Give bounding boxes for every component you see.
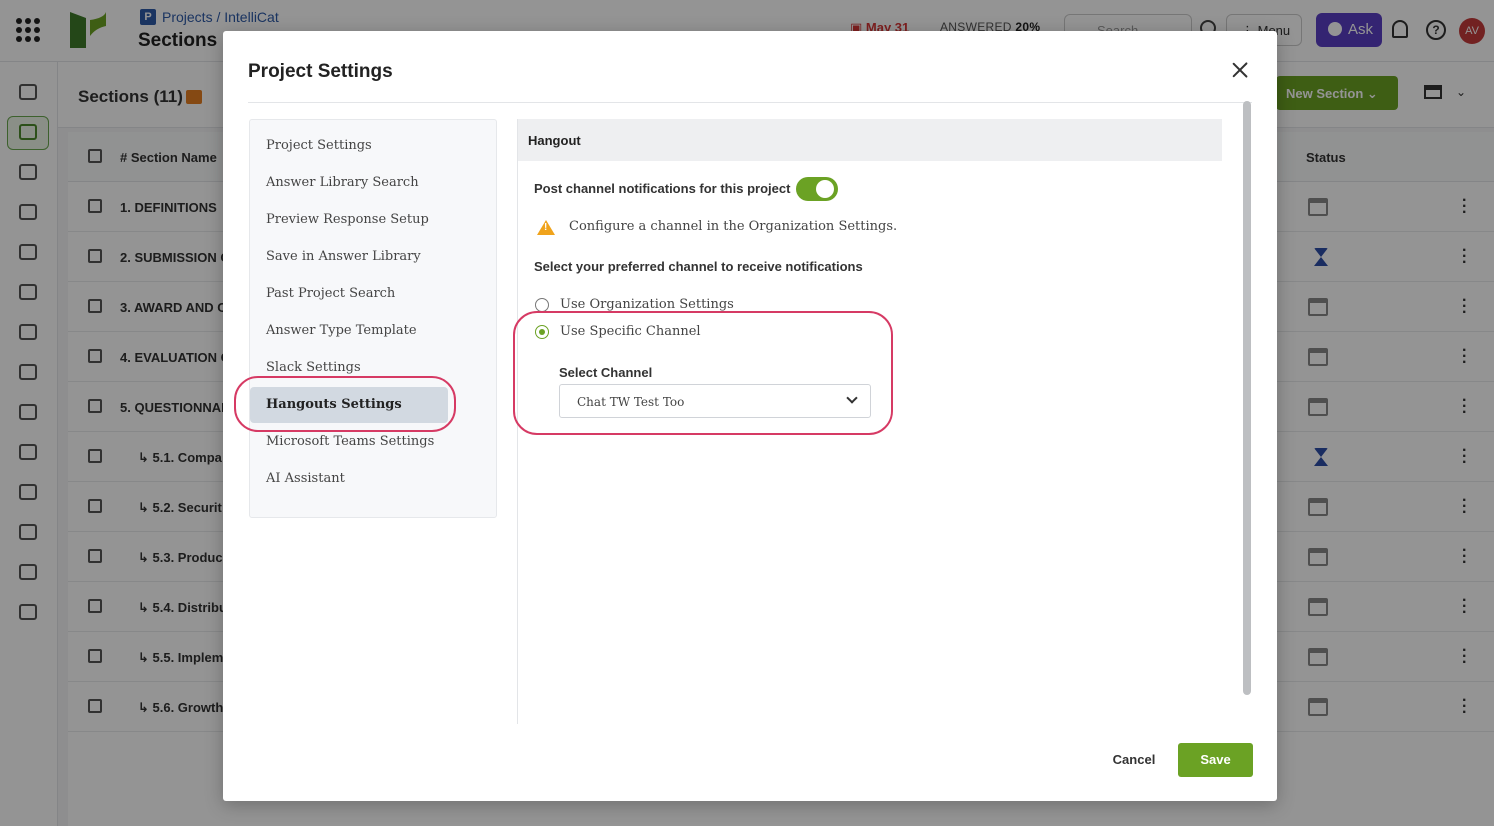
modal-title: Project Settings <box>248 61 393 82</box>
modal-divider <box>248 102 1252 103</box>
channel-preference-heading: Select your preferred channel to receive… <box>534 259 863 274</box>
panel-heading: Hangout <box>518 119 1222 161</box>
nav-answer-type-template[interactable]: Answer Type Template <box>266 323 417 338</box>
radio-specific-label[interactable]: Use Specific Channel <box>560 324 701 339</box>
nav-answer-library-search[interactable]: Answer Library Search <box>266 175 419 190</box>
channel-select[interactable]: Chat TW Test Too <box>559 384 871 418</box>
nav-past-project-search[interactable]: Past Project Search <box>266 286 395 301</box>
save-button[interactable]: Save <box>1178 743 1253 777</box>
close-icon[interactable] <box>1229 59 1251 81</box>
post-notifications-toggle[interactable] <box>796 177 838 201</box>
radio-organization-label[interactable]: Use Organization Settings <box>560 297 734 312</box>
channel-select-value: Chat TW Test Too <box>577 395 685 409</box>
project-settings-modal: Project Settings Project Settings Answer… <box>223 31 1277 801</box>
chevron-down-icon <box>846 392 858 404</box>
nav-slack-settings[interactable]: Slack Settings <box>266 360 361 375</box>
nav-project-settings[interactable]: Project Settings <box>266 138 372 153</box>
radio-specific-channel[interactable] <box>535 325 549 339</box>
cancel-button[interactable]: Cancel <box>1101 743 1167 777</box>
radio-organization-settings[interactable] <box>535 298 549 312</box>
hangout-panel: Hangout Post channel notifications for t… <box>517 119 1222 724</box>
select-channel-label: Select Channel <box>559 365 653 380</box>
warning-icon <box>537 220 555 235</box>
settings-nav: Project Settings Answer Library Search P… <box>249 119 497 518</box>
nav-save-in-answer-library[interactable]: Save in Answer Library <box>266 249 421 264</box>
toggle-label: Post channel notifications for this proj… <box>534 181 791 196</box>
nav-preview-response-setup[interactable]: Preview Response Setup <box>266 212 429 227</box>
modal-scrollbar[interactable] <box>1243 101 1251 695</box>
warning-text: Configure a channel in the Organization … <box>569 219 898 234</box>
nav-ai-assistant[interactable]: AI Assistant <box>266 471 345 486</box>
nav-hangouts-settings[interactable]: Hangouts Settings <box>250 387 448 423</box>
toggle-knob <box>816 180 834 198</box>
nav-microsoft-teams-settings[interactable]: Microsoft Teams Settings <box>266 434 434 449</box>
